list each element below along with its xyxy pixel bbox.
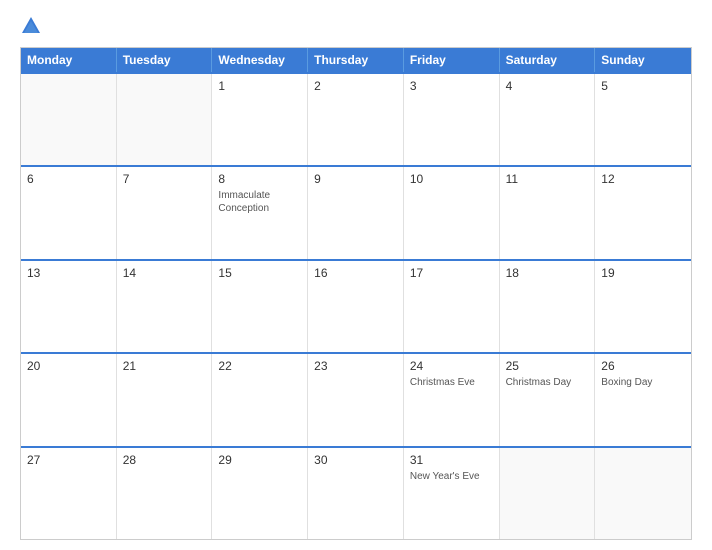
cell-date: 22	[218, 359, 301, 373]
cal-cell: 7	[117, 167, 213, 258]
cal-cell: 22	[212, 354, 308, 445]
cell-date: 15	[218, 266, 301, 280]
cal-cell: 16	[308, 261, 404, 352]
cell-date: 4	[506, 79, 589, 93]
header-day-sunday: Sunday	[595, 48, 691, 72]
cell-date: 18	[506, 266, 589, 280]
cal-cell: 28	[117, 448, 213, 539]
logo-icon	[20, 15, 42, 37]
cell-event: Christmas Eve	[410, 376, 493, 389]
cal-cell	[21, 74, 117, 165]
calendar-body: 12345678Immaculate Conception91011121314…	[21, 72, 691, 539]
cell-date: 29	[218, 453, 301, 467]
cal-cell: 12	[595, 167, 691, 258]
cell-date: 14	[123, 266, 206, 280]
cal-cell: 9	[308, 167, 404, 258]
cell-event: Christmas Day	[506, 376, 589, 389]
header-day-tuesday: Tuesday	[117, 48, 213, 72]
cal-cell: 2	[308, 74, 404, 165]
cell-date: 12	[601, 172, 685, 186]
cal-cell: 1	[212, 74, 308, 165]
cal-cell: 4	[500, 74, 596, 165]
cell-date: 27	[27, 453, 110, 467]
cell-date: 9	[314, 172, 397, 186]
cal-cell: 23	[308, 354, 404, 445]
cell-date: 6	[27, 172, 110, 186]
cal-cell: 6	[21, 167, 117, 258]
cell-date: 20	[27, 359, 110, 373]
header-day-wednesday: Wednesday	[212, 48, 308, 72]
header-day-thursday: Thursday	[308, 48, 404, 72]
cal-cell: 8 Immaculate Conception	[212, 167, 308, 258]
cal-cell: 30	[308, 448, 404, 539]
cell-date: 23	[314, 359, 397, 373]
cal-cell: 18	[500, 261, 596, 352]
cell-event: Boxing Day	[601, 376, 685, 389]
cal-cell: 25 Christmas Day	[500, 354, 596, 445]
cell-date: 26	[601, 359, 685, 373]
cal-cell	[117, 74, 213, 165]
cell-date: 24	[410, 359, 493, 373]
cell-date: 8	[218, 172, 301, 186]
cal-cell: 19	[595, 261, 691, 352]
cal-cell: 5	[595, 74, 691, 165]
cal-cell: 14	[117, 261, 213, 352]
cell-date: 10	[410, 172, 493, 186]
cal-cell: 11	[500, 167, 596, 258]
cell-date: 30	[314, 453, 397, 467]
cal-cell: 20	[21, 354, 117, 445]
calendar-row-5: 27 28 29 30 31 New Year's Eve	[21, 446, 691, 539]
cal-cell: 26 Boxing Day	[595, 354, 691, 445]
cell-date: 17	[410, 266, 493, 280]
cal-cell: 3	[404, 74, 500, 165]
cell-event: Immaculate Conception	[218, 189, 301, 215]
header-day-friday: Friday	[404, 48, 500, 72]
cal-cell: 24 Christmas Eve	[404, 354, 500, 445]
calendar-row-1: 12345	[21, 72, 691, 165]
cal-cell	[500, 448, 596, 539]
cell-event: New Year's Eve	[410, 470, 493, 483]
page-header	[20, 15, 692, 37]
cal-cell	[595, 448, 691, 539]
calendar-header: MondayTuesdayWednesdayThursdayFridaySatu…	[21, 48, 691, 72]
cell-date: 25	[506, 359, 589, 373]
cell-date: 3	[410, 79, 493, 93]
cal-cell: 21	[117, 354, 213, 445]
cal-cell: 13	[21, 261, 117, 352]
cell-date: 11	[506, 172, 589, 186]
cal-cell: 10	[404, 167, 500, 258]
cell-date: 2	[314, 79, 397, 93]
cell-date: 5	[601, 79, 685, 93]
cal-cell: 17	[404, 261, 500, 352]
cell-date: 31	[410, 453, 493, 467]
header-day-monday: Monday	[21, 48, 117, 72]
calendar-page: MondayTuesdayWednesdayThursdayFridaySatu…	[0, 0, 712, 550]
cell-date: 28	[123, 453, 206, 467]
calendar-row-4: 20 21 22 23 24 Christmas Eve 25 Christmas Day 26…	[21, 352, 691, 445]
cell-date: 21	[123, 359, 206, 373]
cell-date: 7	[123, 172, 206, 186]
cell-date: 16	[314, 266, 397, 280]
calendar-grid: MondayTuesdayWednesdayThursdayFridaySatu…	[20, 47, 692, 540]
cal-cell: 29	[212, 448, 308, 539]
cal-cell: 31 New Year's Eve	[404, 448, 500, 539]
cell-date: 19	[601, 266, 685, 280]
cell-date: 1	[218, 79, 301, 93]
calendar-row-2: 678 Immaculate Conception 9 10 11 12	[21, 165, 691, 258]
header-day-saturday: Saturday	[500, 48, 596, 72]
cal-cell: 27	[21, 448, 117, 539]
logo	[20, 15, 50, 37]
cal-cell: 15	[212, 261, 308, 352]
cell-date: 13	[27, 266, 110, 280]
calendar-row-3: 13 14 15 16 17 18 19	[21, 259, 691, 352]
